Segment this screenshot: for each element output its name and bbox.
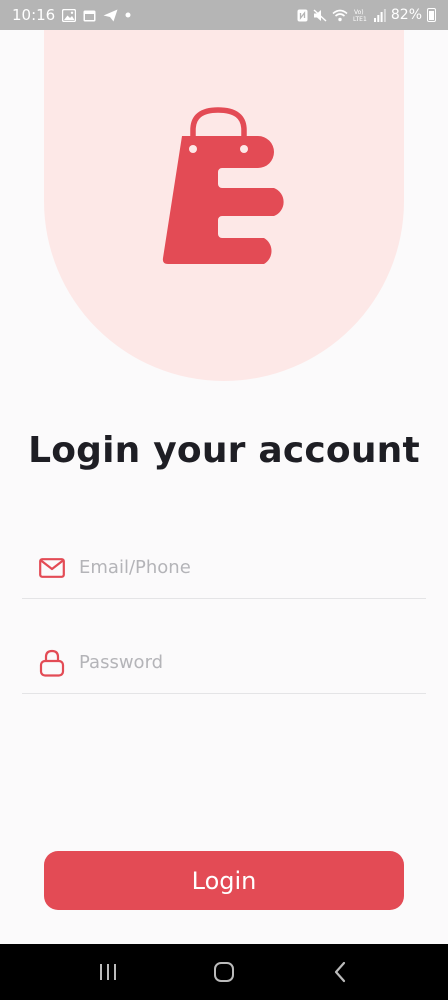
password-input[interactable] bbox=[79, 652, 379, 673]
email-input[interactable] bbox=[79, 557, 379, 578]
battery-icon bbox=[427, 8, 436, 22]
page-title: Login your account bbox=[28, 430, 420, 471]
mail-icon bbox=[38, 554, 66, 582]
status-right: Vo) LTE1 82% bbox=[297, 7, 436, 23]
password-field-container bbox=[22, 632, 426, 694]
recent-apps-button[interactable] bbox=[88, 952, 128, 992]
dot-icon bbox=[125, 12, 131, 18]
back-button[interactable] bbox=[320, 952, 360, 992]
volte-icon: Vo) LTE1 bbox=[353, 8, 369, 22]
svg-text:LTE1: LTE1 bbox=[353, 16, 367, 22]
recent-apps-icon bbox=[100, 964, 116, 980]
image-icon bbox=[62, 8, 77, 22]
login-button[interactable]: Login bbox=[44, 851, 404, 910]
signal-icon bbox=[373, 8, 386, 22]
nfc-icon bbox=[297, 9, 308, 22]
send-icon bbox=[103, 9, 118, 22]
back-icon bbox=[334, 961, 346, 983]
wifi-icon bbox=[332, 9, 348, 22]
home-button[interactable] bbox=[204, 952, 244, 992]
svg-text:Vo): Vo) bbox=[354, 9, 364, 16]
status-bar: 10:16 Vo) LTE1 82% bbox=[0, 0, 448, 30]
home-icon bbox=[214, 962, 234, 982]
email-field-container bbox=[22, 537, 426, 599]
status-left: 10:16 bbox=[12, 6, 131, 24]
status-time: 10:16 bbox=[12, 6, 56, 24]
navigation-bar bbox=[0, 944, 448, 1000]
calendar-icon bbox=[83, 9, 96, 22]
battery-percentage: 82% bbox=[390, 7, 422, 23]
mute-icon bbox=[313, 8, 327, 22]
lock-icon bbox=[38, 649, 66, 677]
shopping-bag-logo-icon bbox=[162, 107, 284, 264]
